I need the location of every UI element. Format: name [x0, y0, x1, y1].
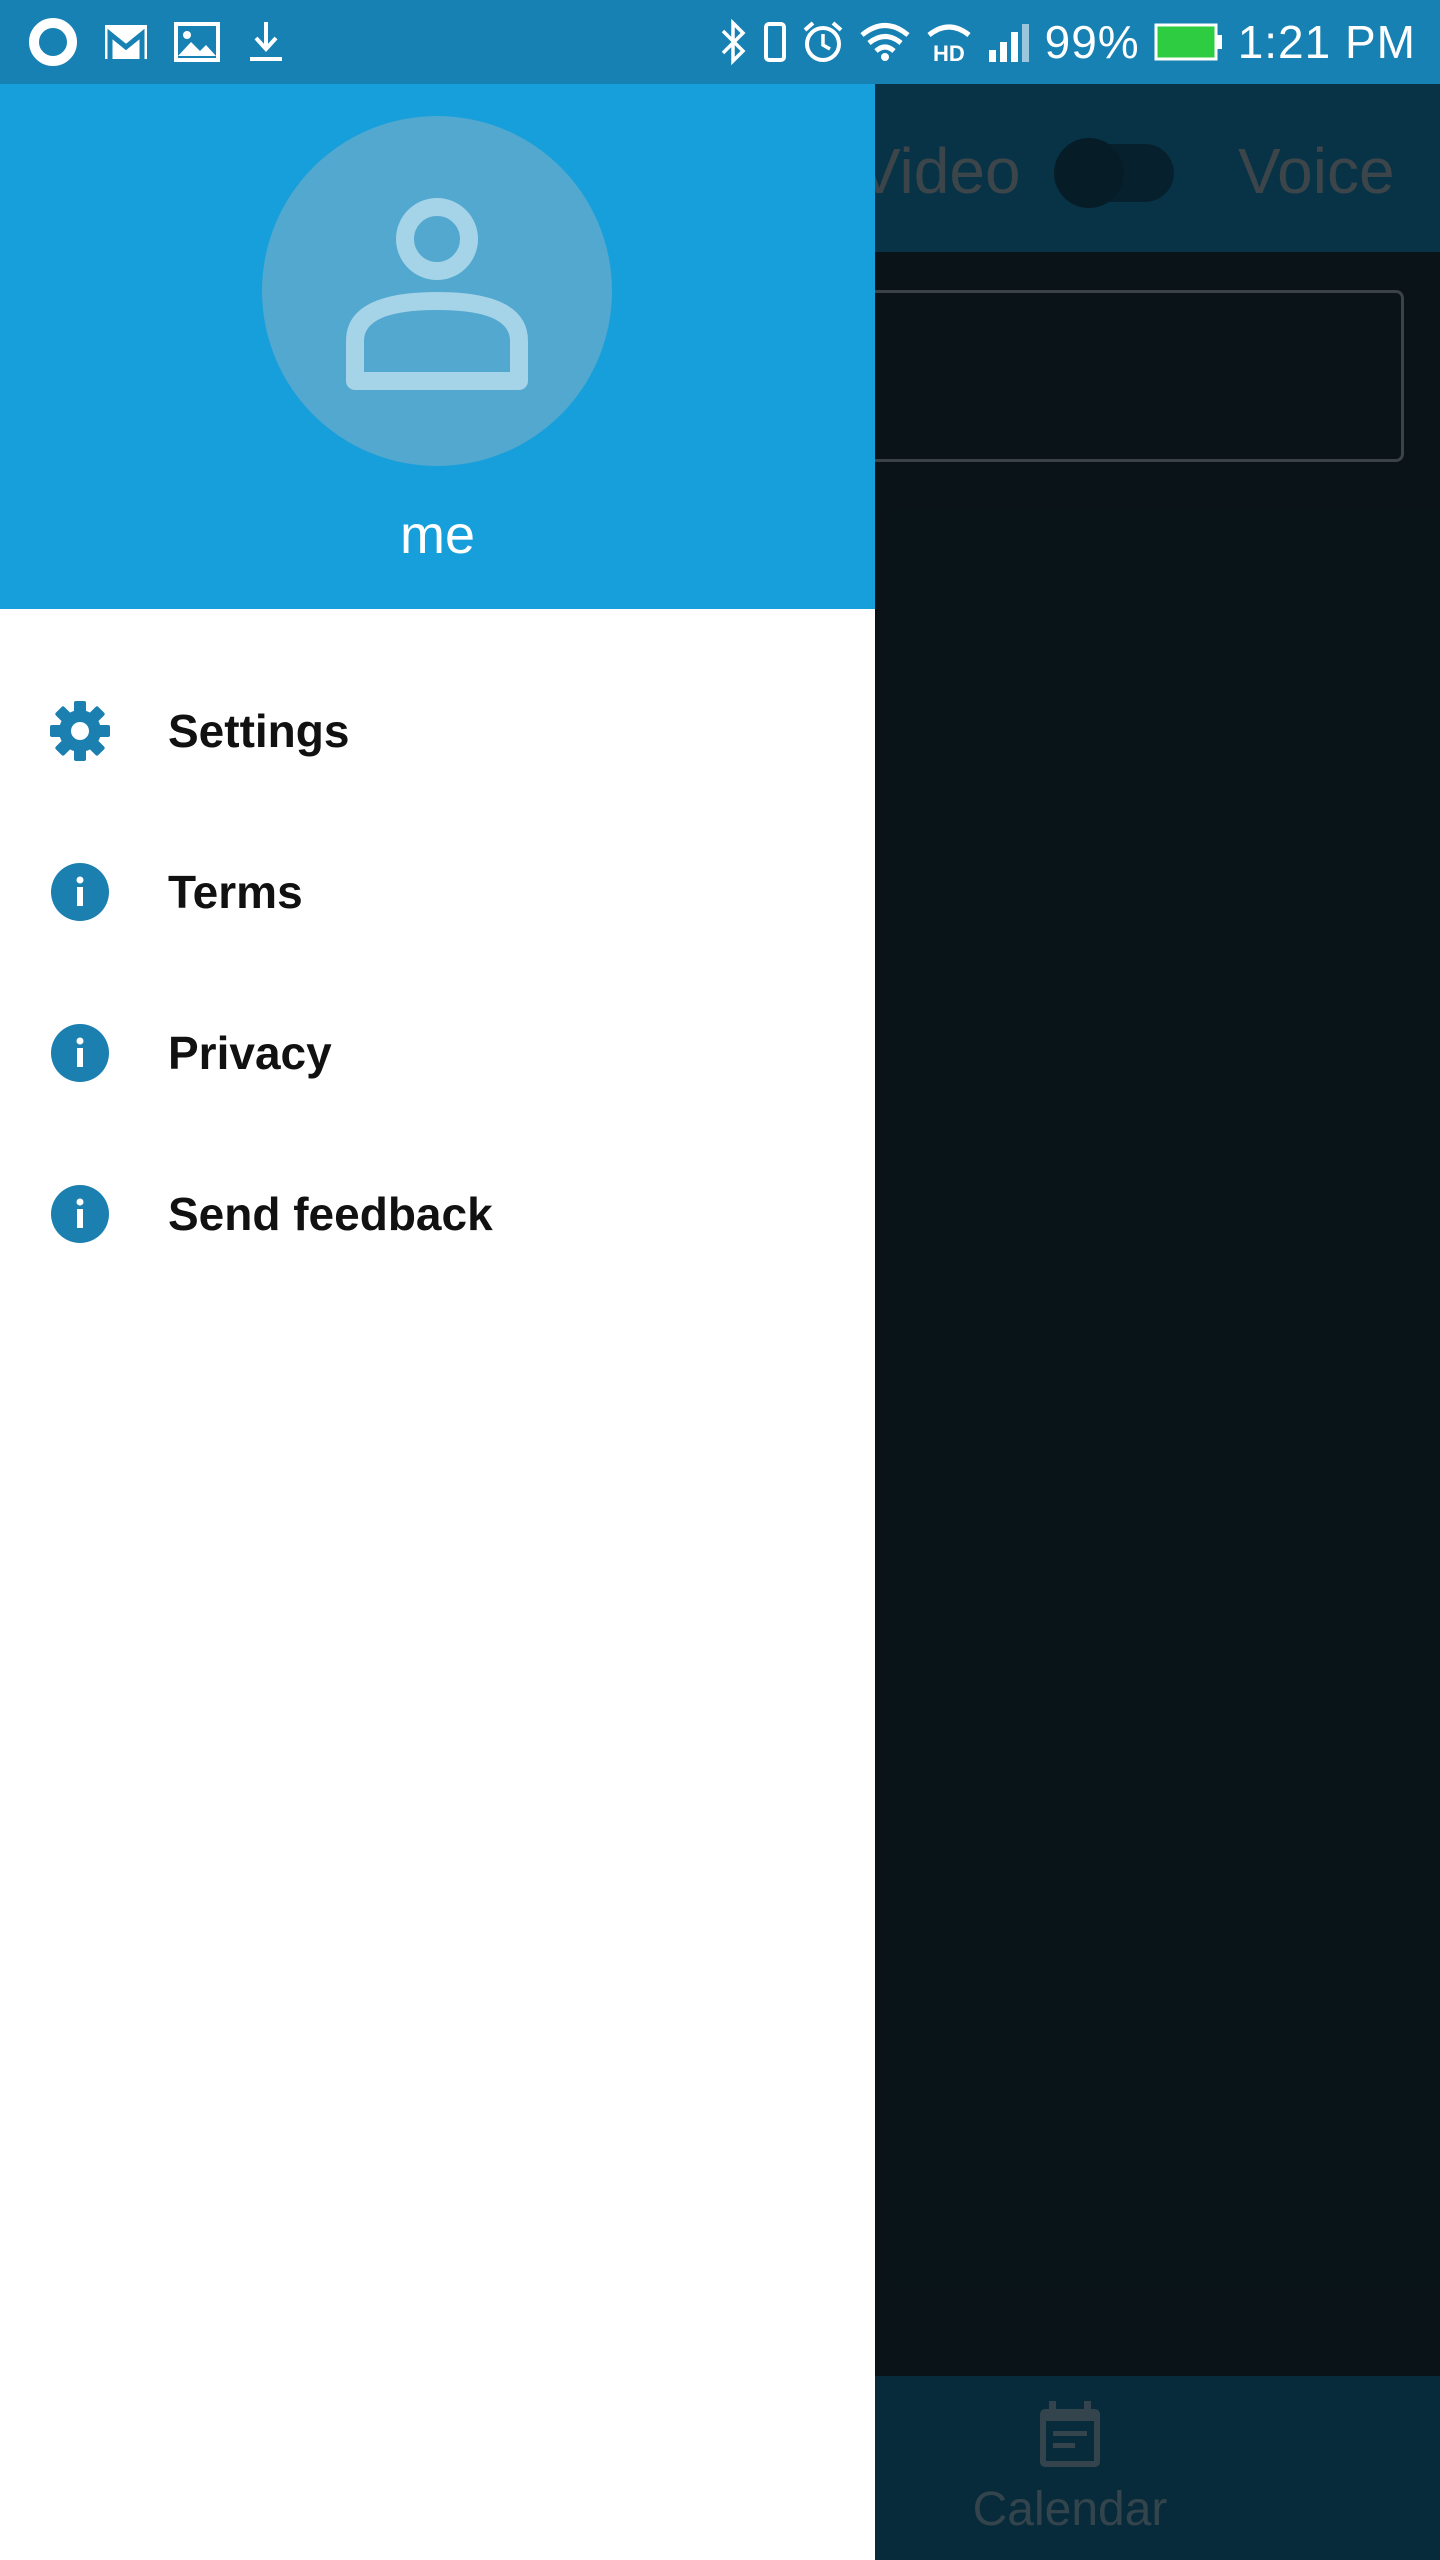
person-icon [346, 198, 528, 390]
menu-item-send-feedback[interactable]: Send feedback [0, 1133, 875, 1294]
menu-item-settings[interactable]: Settings [0, 650, 875, 811]
hd-call-icon: HD [925, 19, 973, 65]
circle-icon [28, 17, 78, 67]
battery-percent: 99% [1044, 16, 1140, 68]
avatar[interactable] [262, 116, 612, 466]
signal-icon [987, 22, 1031, 62]
menu-label-privacy: Privacy [168, 1026, 332, 1079]
status-right-icons: HD 99% 1:21 PM [719, 14, 1416, 70]
gear-icon [48, 699, 112, 763]
drawer-header: me [0, 84, 875, 609]
menu-label-send-feedback: Send feedback [168, 1187, 493, 1240]
info-icon [48, 1021, 112, 1085]
battery-icon [1154, 23, 1224, 61]
menu-item-terms[interactable]: Terms [0, 811, 875, 972]
menu-item-privacy[interactable]: Privacy [0, 972, 875, 1133]
navigation-drawer: me Settings Terms Privacy Send feedback [0, 84, 875, 2560]
status-left-icons [28, 14, 286, 70]
gmail-icon [104, 22, 148, 62]
menu-label-terms: Terms [168, 865, 303, 918]
alarm-icon [801, 20, 845, 64]
svg-text:HD: HD [933, 41, 965, 65]
vibrate-icon [763, 22, 787, 62]
user-name: me [399, 505, 475, 565]
wifi-icon [859, 22, 911, 62]
menu-label-settings: Settings [168, 704, 350, 757]
clock: 1:21 PM [1237, 16, 1416, 68]
drawer-menu: Settings Terms Privacy Send feedback [0, 609, 875, 1294]
image-icon [174, 22, 220, 62]
bluetooth-icon [719, 19, 749, 65]
info-icon [48, 1182, 112, 1246]
download-icon [246, 20, 286, 64]
info-icon [48, 860, 112, 924]
status-bar: HD 99% 1:21 PM [0, 0, 1440, 84]
